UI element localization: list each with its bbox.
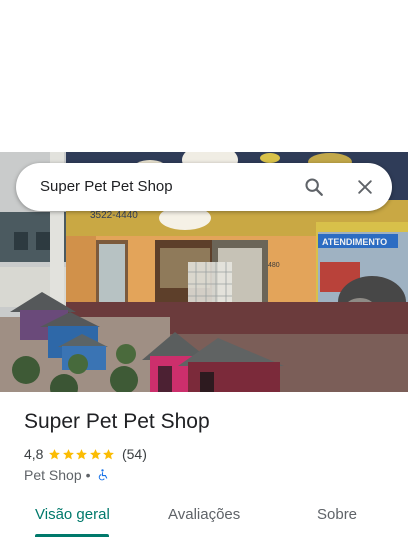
star-icon (90, 448, 101, 459)
place-category: Pet Shop (24, 467, 82, 483)
clear-search-button[interactable] (349, 171, 381, 203)
rating-row[interactable]: 4,8 (54) (24, 445, 147, 463)
store-sign: ATENDIMENTO (322, 237, 387, 247)
place-tabs: Visão geral Avaliações Sobre (0, 496, 408, 544)
star-icon (49, 448, 61, 459)
search-query[interactable]: Super Pet Pet Shop (40, 178, 173, 195)
separator-dot: • (85, 467, 91, 483)
search-icon (305, 178, 323, 196)
street-number: 480 (268, 262, 280, 269)
category-row: Pet Shop • (24, 466, 109, 484)
star-icon (76, 448, 88, 459)
review-count[interactable]: (54) (122, 446, 147, 462)
star-icon (103, 448, 115, 459)
tab-overview[interactable]: Visão geral (35, 506, 110, 523)
place-title: Super Pet Pet Shop (24, 410, 210, 433)
wheelchair-icon[interactable] (96, 468, 109, 482)
star-icon (63, 448, 74, 459)
place-info-panel: Super Pet Pet Shop 4,8 (54) Pet Shop • V… (0, 392, 408, 544)
blank-header-area (0, 0, 408, 152)
active-tab-indicator (35, 534, 109, 537)
search-button[interactable] (298, 171, 330, 203)
rating-value: 4,8 (24, 446, 44, 462)
search-bar[interactable]: Super Pet Pet Shop (16, 163, 392, 211)
tab-about[interactable]: Sobre (317, 506, 357, 523)
star-rating (48, 448, 116, 461)
store-phone: 3522-4440 (90, 210, 138, 221)
close-icon (358, 180, 372, 194)
tab-reviews[interactable]: Avaliações (168, 506, 240, 523)
